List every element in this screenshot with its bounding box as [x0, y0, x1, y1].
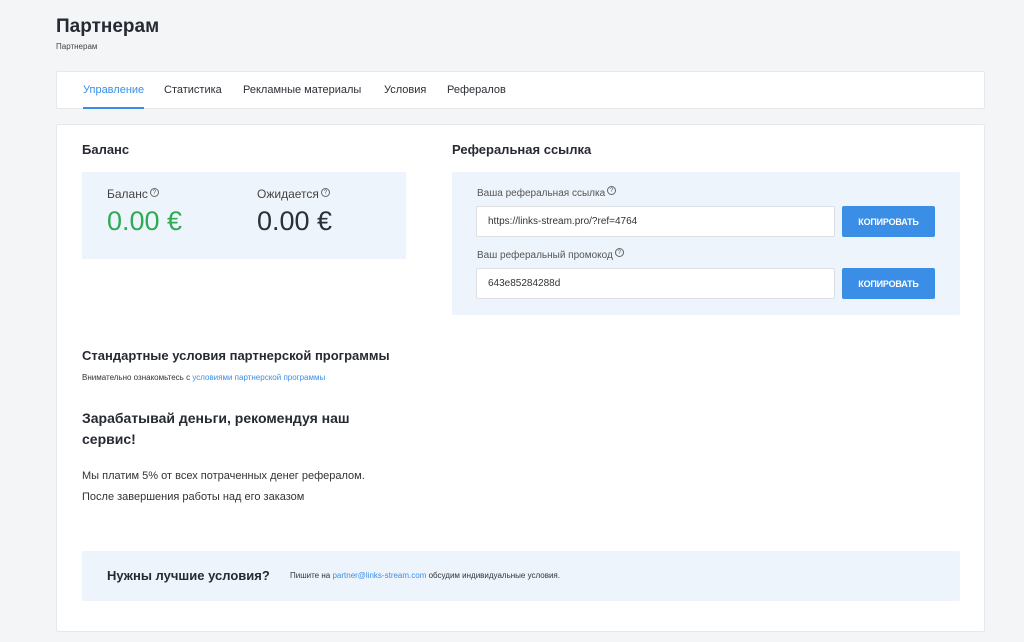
- copy-link-button[interactable]: КОПИРОВАТЬ: [842, 206, 935, 237]
- terms-link[interactable]: условиями партнерской программы: [192, 373, 325, 382]
- copy-promo-button[interactable]: КОПИРОВАТЬ: [842, 268, 935, 299]
- question-circle-icon[interactable]: ?: [614, 248, 624, 257]
- breadcrumb: Партнерам: [56, 42, 98, 51]
- promo-code-input[interactable]: 643e85284288d: [476, 268, 835, 299]
- referral-heading: Реферальная ссылка: [452, 142, 592, 157]
- partner-email-link[interactable]: partner@links-stream.com: [332, 571, 426, 580]
- question-circle-icon[interactable]: ?: [149, 188, 159, 197]
- better-terms-title: Нужны лучшие условия?: [107, 568, 270, 583]
- referral-panel: Ваша реферальная ссылка? https://links-s…: [452, 172, 960, 315]
- tabs-bar: Управление Статистика Рекламные материал…: [56, 71, 985, 109]
- standard-terms-subtitle: Внимательно ознакомьтесь с условиями пар…: [82, 373, 326, 382]
- balance-column: Баланс? 0.00 €: [107, 187, 182, 237]
- balance-label: Баланс: [107, 187, 148, 201]
- tab-referrals[interactable]: Рефералов: [447, 72, 506, 109]
- earn-text: Мы платим 5% от всех потраченных денег р…: [82, 470, 365, 503]
- better-terms-text: Пишите на partner@links-stream.com обсуд…: [290, 571, 560, 580]
- question-circle-icon[interactable]: ?: [320, 188, 330, 197]
- page-title: Партнерам: [56, 16, 160, 37]
- promo-code-label: Ваш реферальный промокод: [477, 250, 613, 261]
- tab-management[interactable]: Управление: [83, 72, 145, 109]
- tab-ad-materials[interactable]: Рекламные материалы: [243, 72, 361, 109]
- balance-panel: Баланс? 0.00 € Ожидается? 0.00 €: [82, 172, 406, 259]
- pending-label: Ожидается: [257, 187, 319, 201]
- pending-column: Ожидается? 0.00 €: [257, 187, 332, 237]
- page-header: Партнерам Партнерам: [56, 16, 159, 51]
- referral-link-input[interactable]: https://links-stream.pro/?ref=4764: [476, 206, 835, 237]
- question-circle-icon[interactable]: ?: [607, 186, 617, 195]
- balance-heading: Баланс: [82, 142, 130, 157]
- better-terms-panel: Нужны лучшие условия? Пишите на partner@…: [82, 551, 960, 601]
- tab-conditions[interactable]: Условия: [384, 72, 426, 109]
- referral-link-label: Ваша реферальная ссылка: [477, 188, 606, 199]
- balance-value: 0.00 €: [107, 206, 183, 236]
- tab-statistics[interactable]: Статистика: [164, 72, 222, 109]
- earn-title: Зарабатывай деньги, рекомендуя наш серви…: [82, 410, 350, 447]
- pending-value: 0.00 €: [257, 206, 333, 236]
- main-card: Баланс Баланс? 0.00 € Ожидается? 0.00 € …: [56, 124, 985, 632]
- standard-terms-heading: Стандартные условия партнерской программ…: [82, 348, 390, 363]
